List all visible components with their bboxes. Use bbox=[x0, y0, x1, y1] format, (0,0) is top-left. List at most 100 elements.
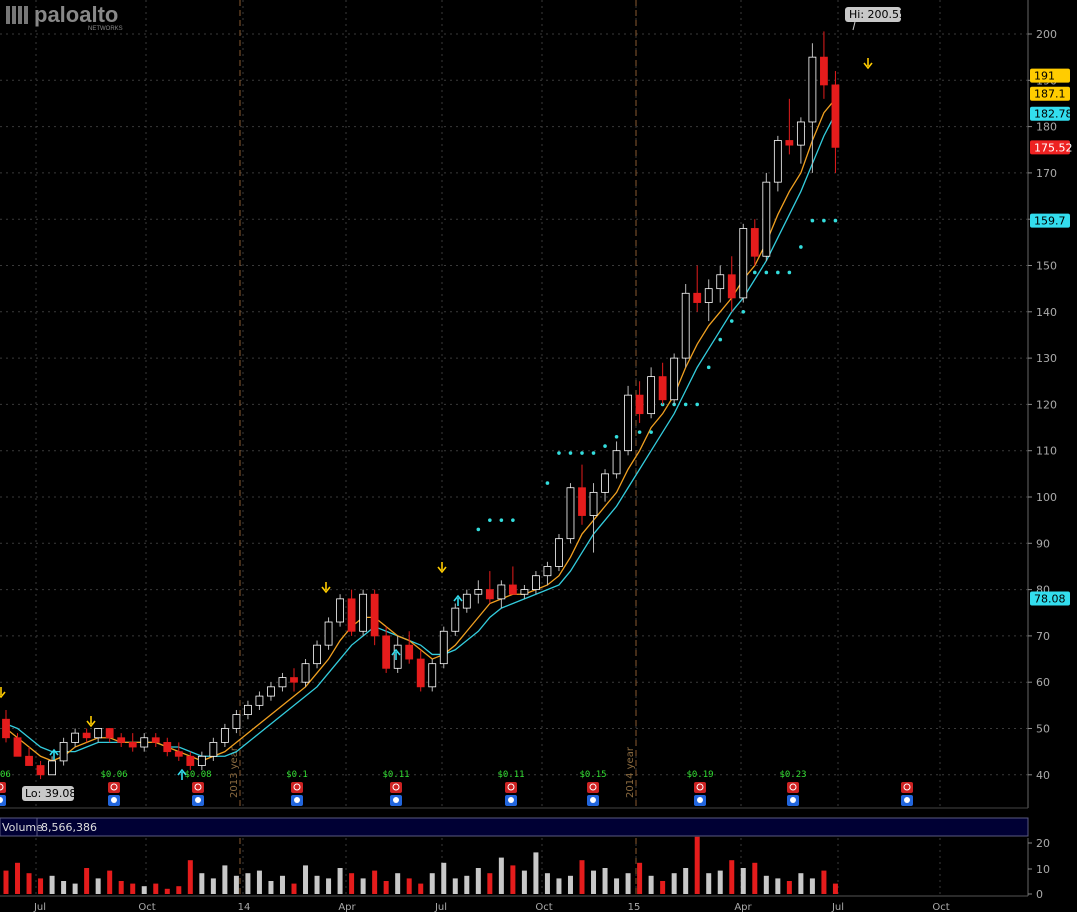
candle bbox=[451, 603, 460, 636]
down-arrow-icon bbox=[0, 687, 6, 699]
candle bbox=[566, 483, 575, 544]
price-tick-label: 110 bbox=[1036, 445, 1057, 458]
earnings-event-icon[interactable] bbox=[505, 782, 517, 806]
earnings-event-icon[interactable] bbox=[787, 782, 799, 806]
volume-bar bbox=[118, 881, 124, 894]
earnings-event-icon[interactable] bbox=[291, 782, 303, 806]
candle-body bbox=[750, 228, 759, 257]
candle-body bbox=[762, 181, 771, 257]
volume-bar bbox=[683, 868, 689, 894]
volume-bar bbox=[786, 881, 792, 894]
candle-body bbox=[808, 56, 817, 123]
candle-body bbox=[578, 487, 586, 516]
grid bbox=[0, 0, 1029, 896]
candle bbox=[255, 691, 264, 710]
candle-body bbox=[739, 228, 748, 299]
candle-body bbox=[796, 121, 805, 146]
volume-bar bbox=[187, 860, 193, 894]
volume-bar bbox=[625, 873, 631, 894]
date-axis: Jul Oct 14 Apr Jul Oct 15 Apr Jul Oct bbox=[0, 895, 1028, 912]
candle-body bbox=[693, 292, 702, 303]
stop-dot bbox=[776, 270, 780, 275]
candle bbox=[128, 733, 137, 752]
candle bbox=[727, 256, 736, 312]
volume-bar bbox=[498, 857, 504, 894]
earnings-event-icon[interactable] bbox=[390, 782, 402, 806]
candle-body bbox=[140, 737, 149, 748]
stop-dot bbox=[580, 451, 584, 455]
stop-dot bbox=[833, 218, 838, 223]
volume-bar bbox=[360, 878, 366, 894]
price-tag: 78.08 bbox=[1030, 591, 1070, 606]
candle-body bbox=[451, 607, 460, 632]
candlesticks bbox=[2, 31, 840, 780]
price-tag-label: 159.7 bbox=[1034, 215, 1066, 228]
volume-bar bbox=[579, 860, 585, 894]
price-chart[interactable]: 2013 year 2014 year paloalto NETWORKS 200… bbox=[0, 0, 1077, 912]
earnings-event-icon[interactable] bbox=[108, 782, 120, 806]
candle bbox=[186, 751, 195, 771]
candle bbox=[336, 594, 344, 627]
earnings-event-icon[interactable] bbox=[694, 782, 706, 806]
price-tag: 187.1 bbox=[1030, 86, 1070, 101]
price-tag: 182.78 bbox=[1030, 106, 1073, 121]
volume-bar bbox=[95, 878, 101, 894]
price-tick-label: 180 bbox=[1036, 121, 1057, 134]
volume-tick-label: 10 bbox=[1036, 863, 1050, 876]
volume-bar bbox=[567, 875, 573, 894]
price-tags: 191 187.1 182.78 175.52 159.7 78.08 bbox=[1030, 68, 1073, 606]
stop-dot bbox=[753, 270, 757, 275]
stop-dot bbox=[614, 435, 619, 439]
price-tick-label: 100 bbox=[1036, 491, 1057, 504]
candle-body bbox=[244, 704, 252, 716]
price-tick-label: 120 bbox=[1036, 398, 1057, 411]
price-tick-label: 150 bbox=[1036, 260, 1057, 273]
candle-body bbox=[462, 593, 471, 609]
volume-bar bbox=[38, 878, 44, 894]
stop-dot bbox=[603, 444, 607, 448]
candle bbox=[405, 631, 414, 664]
candle-body bbox=[543, 566, 552, 577]
candle bbox=[232, 709, 241, 734]
candle bbox=[820, 31, 828, 99]
candle bbox=[555, 534, 563, 572]
volume-tick-label: 20 bbox=[1036, 837, 1050, 850]
earnings-event-icon[interactable] bbox=[0, 782, 6, 806]
candle bbox=[716, 265, 725, 303]
down-arrow-icon bbox=[321, 582, 331, 594]
candle bbox=[370, 589, 379, 646]
volume-bar bbox=[61, 881, 67, 894]
volume-bar bbox=[521, 870, 527, 894]
earnings-event-icon[interactable] bbox=[192, 782, 204, 806]
candle-body bbox=[497, 584, 506, 600]
volume-bar bbox=[164, 888, 170, 894]
candle bbox=[474, 580, 483, 604]
event-icons[interactable] bbox=[0, 782, 913, 806]
stop-dot bbox=[637, 430, 642, 434]
volume-bar bbox=[314, 875, 320, 894]
volume-bar bbox=[752, 862, 758, 894]
volume-bar bbox=[291, 883, 297, 894]
candle bbox=[174, 742, 183, 761]
dividend-label: $0.1 bbox=[286, 770, 308, 780]
candle-body bbox=[290, 677, 298, 683]
stop-dot bbox=[764, 270, 769, 275]
volume-tick-label: 0 bbox=[1036, 888, 1043, 901]
candle-body bbox=[209, 741, 218, 757]
candle-body bbox=[186, 755, 195, 766]
earnings-event-icon[interactable] bbox=[901, 782, 913, 806]
candle bbox=[59, 737, 68, 766]
price-tag-label: 78.08 bbox=[1034, 592, 1066, 605]
logo-name: paloalto bbox=[34, 2, 118, 27]
logo-subtitle: NETWORKS bbox=[88, 26, 123, 32]
stop-dot bbox=[706, 365, 711, 370]
volume-bar bbox=[372, 870, 378, 894]
candle bbox=[462, 589, 471, 613]
volume-value: 8,566,386 bbox=[41, 821, 97, 834]
year-label: 2014 year bbox=[625, 746, 636, 798]
volume-bar bbox=[49, 875, 55, 894]
earnings-event-icon[interactable] bbox=[587, 782, 599, 806]
candle bbox=[197, 751, 206, 771]
candle bbox=[543, 561, 552, 585]
candle-body bbox=[25, 755, 33, 766]
